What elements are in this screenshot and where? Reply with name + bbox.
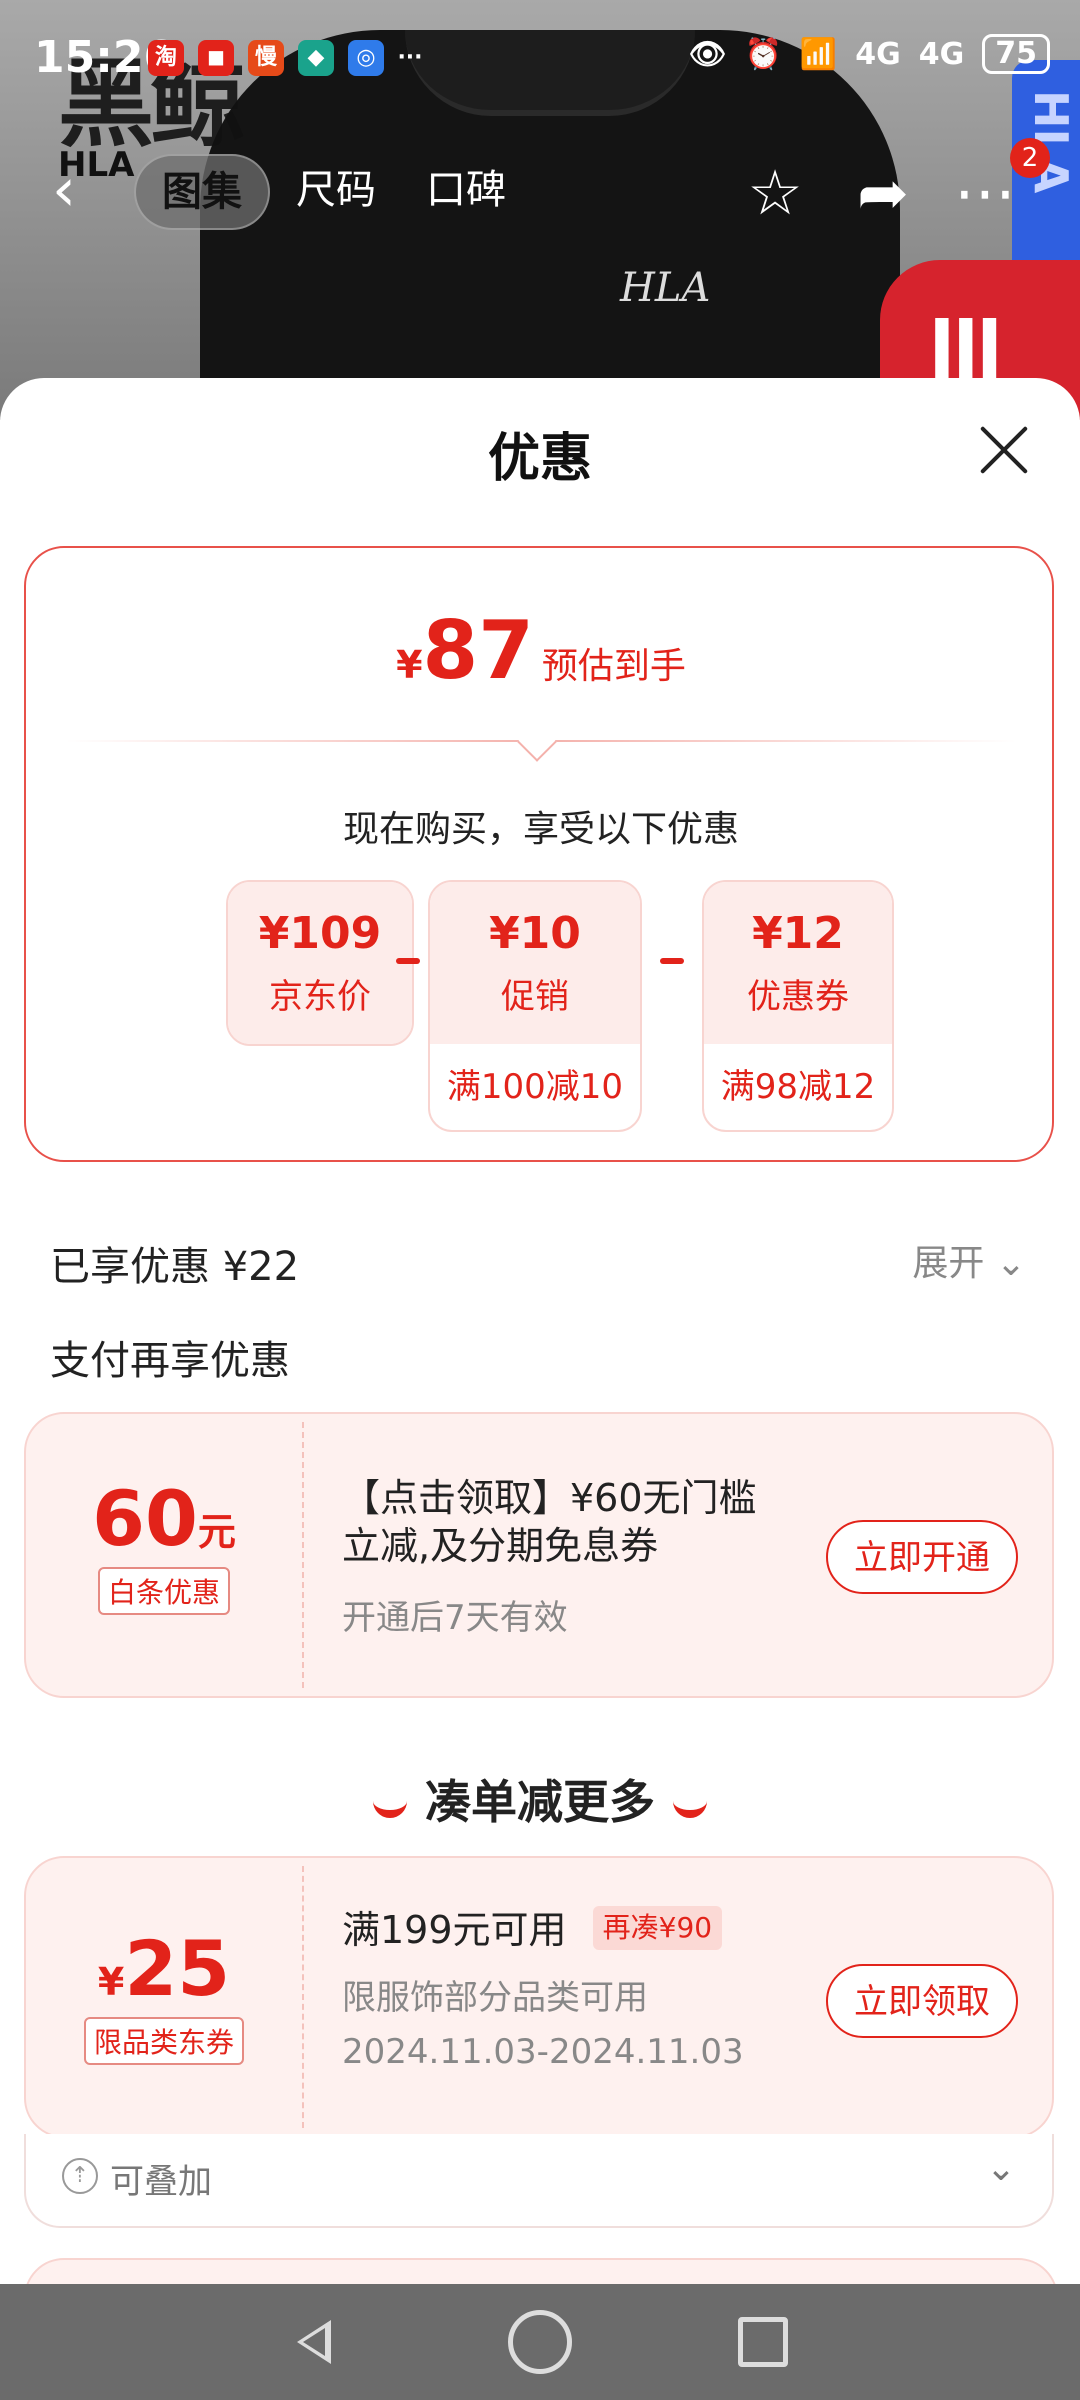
chevron-down-icon: ⌄ (995, 1243, 1026, 1284)
share-icon[interactable]: ➦ (848, 158, 918, 228)
stackable-label: 可叠加 (110, 2162, 212, 2202)
man-app-icon: 慢 (248, 40, 284, 76)
baitiao-title: 【点击领取】¥60无门槛 立减,及分期免息券 (342, 1476, 757, 1568)
baitiao-validity: 开通后7天有效 (342, 1598, 568, 1638)
jd-price-box: ¥109 京东价 (226, 880, 414, 1046)
back-icon[interactable]: ‹ (52, 160, 112, 220)
wifi-icon: 📶 (799, 36, 838, 72)
nav-back-icon[interactable] (283, 2310, 347, 2374)
estimated-price-label: 预估到手 (541, 646, 686, 687)
close-icon[interactable] (978, 424, 1030, 476)
top-nav: ‹ 图集 尺码 口碑 ☆ ➦ ⋯ 2 (0, 138, 1080, 240)
minus-sign (396, 958, 420, 964)
battery-indicator: 75 (982, 34, 1050, 74)
network-label-2: 4G (918, 36, 965, 72)
smile-icon (373, 1794, 407, 1818)
jd-coupon-tag: 限品类东券 (83, 2017, 244, 2065)
tab-size[interactable]: 尺码 (270, 154, 402, 226)
estimated-price-value: 87 (422, 604, 534, 697)
expand-button[interactable]: 展开 ⌄ (912, 1234, 1026, 1286)
tab-gallery[interactable]: 图集 (134, 154, 270, 230)
claim-button[interactable]: 立即领取 (826, 1964, 1018, 2038)
jd-coupon-title: 满199元可用 再凑¥90 (342, 1906, 723, 1954)
promotion-box: ¥10 促销 满100减10 (428, 880, 642, 1132)
minus-sign (660, 958, 684, 964)
jd-coupon-scope: 限服饰部分品类可用 (342, 1978, 648, 2018)
baitiao-tag: 白条优惠 (97, 1567, 230, 1615)
more-section-title: 凑单减更多 (0, 1766, 1080, 1832)
more-icon[interactable]: ⋯ (950, 158, 1020, 228)
more-notifications-icon: ··· (397, 45, 423, 70)
eye-icon: 👁 (688, 36, 727, 72)
stack-icon: ⇡ (62, 2158, 98, 2194)
nav-recents-icon[interactable] (738, 2317, 788, 2367)
activate-button[interactable]: 立即开通 (826, 1520, 1018, 1594)
estimated-price: ¥87 预估到手 (396, 604, 686, 697)
enjoyed-discount: 已享优惠 ¥22 (50, 1244, 300, 1290)
sheet-title: 优惠 (487, 429, 592, 489)
tab-reviews[interactable]: 口碑 (400, 154, 532, 226)
price-breakdown-card: ¥87 预估到手 现在购买，享受以下优惠 ¥109 京东价 ¥10 促销 满100… (24, 546, 1054, 1162)
discount-sheet: 优惠 ¥87 预估到手 现在购买，享受以下优惠 ¥109 京东价 ¥10 促销 满… (0, 378, 1080, 2288)
notification-badge: 2 (1010, 138, 1050, 178)
mi-app-icon: ◆ (298, 40, 334, 76)
buy-now-text: 现在购买，享受以下优惠 (342, 809, 739, 850)
jd-coupon-amount: 25 (124, 1924, 231, 2013)
baitiao-amount: 60 (92, 1474, 198, 1563)
coupon-box: ¥12 优惠券 满98减12 (702, 880, 894, 1132)
network-label: 4G (855, 36, 901, 72)
alarm-icon: ⏰ (744, 36, 782, 72)
baitiao-coupon: 60元 白条优惠 【点击领取】¥60无门槛 立减,及分期免息券 开通后7天有效 … (24, 1412, 1054, 1698)
red-app-icon: ◼ (198, 40, 234, 76)
system-nav-bar (0, 2284, 1080, 2400)
pay-more-heading: 支付再享优惠 (50, 1338, 290, 1384)
jd-coupon-dates: 2024.11.03-2024.11.03 (342, 2032, 744, 2072)
blue-app-icon: ◎ (348, 40, 384, 76)
star-icon[interactable]: ☆ (740, 158, 810, 228)
stackable-row[interactable]: ⇡ 可叠加 ⌄ (24, 2134, 1054, 2228)
divider-arrow (517, 722, 557, 762)
nav-home-icon[interactable] (508, 2310, 572, 2374)
jd-coupon: ¥25 限品类东券 满199元可用 再凑¥90 限服饰部分品类可用 2024.1… (24, 1856, 1054, 2138)
smile-icon (673, 1794, 707, 1818)
status-bar: 15:26 淘 ◼ 慢 ◆ ◎ ··· 👁 ⏰ 📶 4G 4G 75 (0, 0, 1080, 110)
shirt-logo: HLA (620, 265, 711, 311)
chevron-down-icon[interactable]: ⌄ (986, 2148, 1016, 2189)
add-more-tag: 再凑¥90 (592, 1906, 723, 1950)
taobao-app-icon: 淘 (148, 40, 184, 76)
